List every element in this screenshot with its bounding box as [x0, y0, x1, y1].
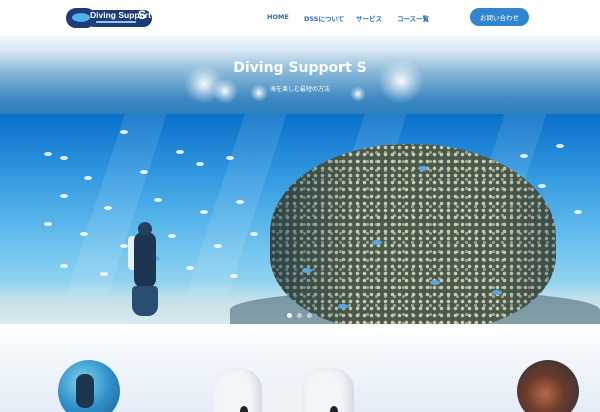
fish: [100, 272, 108, 276]
fish: [200, 210, 208, 214]
fish: [120, 130, 128, 134]
fish: [44, 222, 52, 226]
diver-photo: [58, 360, 120, 412]
fish: [556, 144, 564, 148]
fish: [574, 210, 582, 214]
scuba-diver: [124, 222, 168, 316]
page: Diving Support S HOME DSSについて サービス コース一覧…: [0, 0, 600, 412]
coral-shade: [270, 144, 556, 324]
fish: [140, 170, 148, 174]
fish: [60, 194, 68, 198]
fish: [176, 150, 184, 154]
fish: [226, 156, 234, 160]
fish: [250, 232, 258, 236]
slider-dots: [287, 313, 315, 319]
fish: [520, 154, 528, 158]
nav-courses[interactable]: コース一覧: [397, 13, 429, 23]
intro-section: [0, 324, 600, 412]
fish: [80, 232, 88, 236]
fish: [196, 162, 204, 166]
diver-head: [138, 222, 152, 236]
hero-section: Diving Support S 海を楽しむ最短の方法: [0, 36, 600, 114]
nav-home[interactable]: HOME: [267, 13, 289, 21]
blue-fish: [372, 240, 382, 245]
hero-subtitle: 海を楽しむ最短の方法: [269, 86, 330, 93]
nav-services[interactable]: サービス: [356, 13, 382, 23]
fish: [538, 184, 546, 188]
fish: [214, 244, 222, 248]
fish-photo: [517, 360, 579, 412]
blue-fish: [418, 166, 428, 171]
fish: [60, 156, 68, 160]
mascot-eye: [240, 406, 248, 412]
blue-fish: [302, 268, 312, 273]
diver-body: [134, 232, 156, 288]
mascot-left-ear: [212, 368, 262, 412]
mascot-illustration: [212, 368, 354, 412]
fish: [186, 266, 194, 270]
hero-title: Diving Support S: [233, 60, 367, 76]
blue-fish: [492, 290, 502, 295]
fish: [44, 152, 52, 156]
fish: [168, 234, 176, 238]
fish: [104, 206, 112, 210]
diver-fins: [132, 286, 158, 316]
blue-fish: [430, 280, 440, 285]
fish: [154, 198, 162, 202]
fish: [230, 274, 238, 278]
hero-banner-image: [0, 114, 600, 324]
site-header: Diving Support S HOME DSSについて サービス コース一覧…: [0, 0, 600, 36]
slider-dot-icon[interactable]: [297, 313, 302, 318]
fish: [236, 200, 244, 204]
slider-dot-icon[interactable]: [307, 313, 312, 318]
contact-button[interactable]: お問い合わせ: [470, 8, 529, 26]
mascot-eye: [330, 406, 338, 412]
slider-dot-icon[interactable]: [287, 313, 292, 318]
nav-about[interactable]: DSSについて: [304, 13, 344, 23]
fish: [60, 264, 68, 268]
blue-fish: [338, 304, 348, 309]
fish: [84, 176, 92, 180]
mascot-right-ear: [302, 368, 354, 412]
